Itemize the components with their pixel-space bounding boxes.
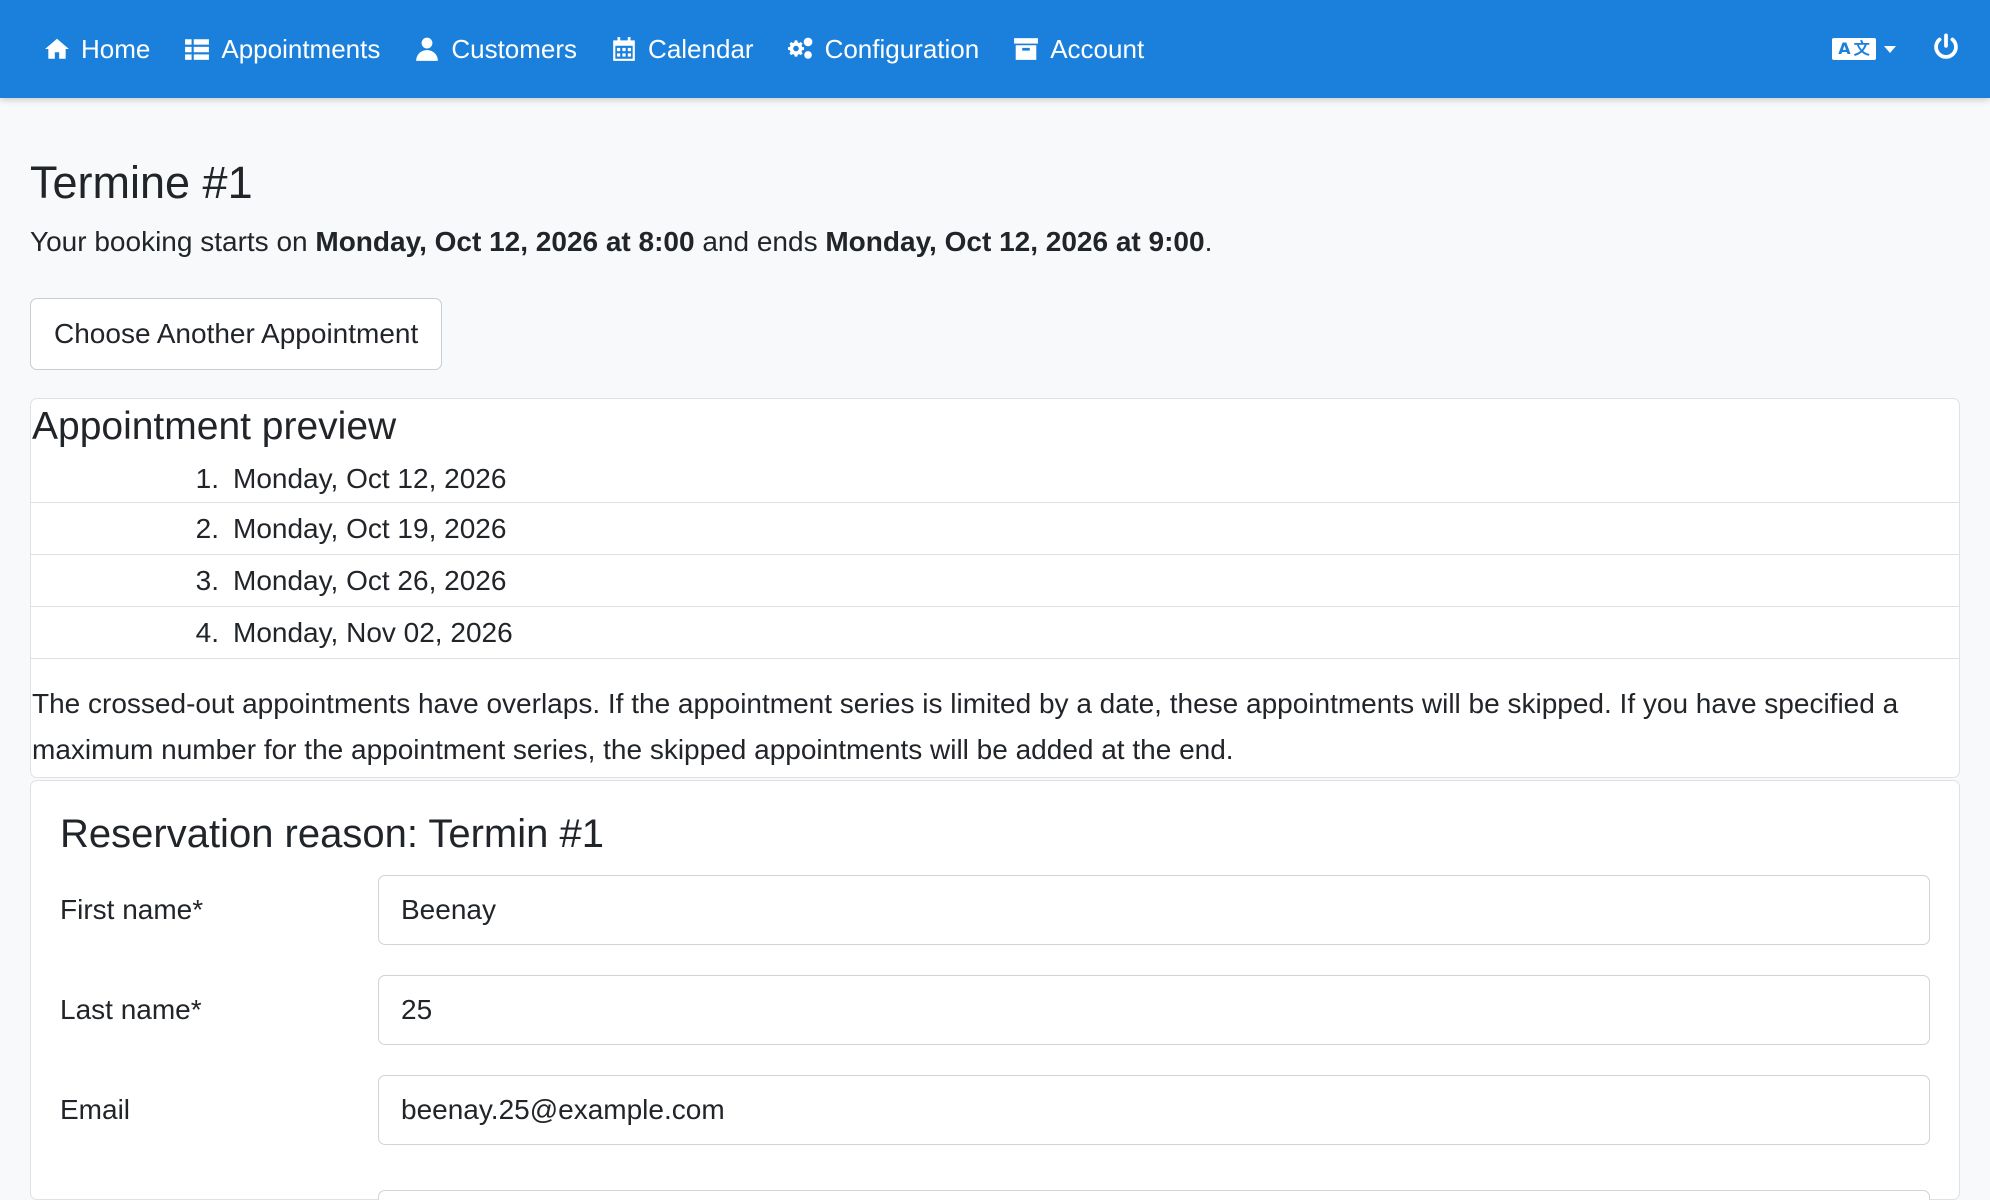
user-icon xyxy=(416,37,439,61)
summary-middle: and ends xyxy=(694,226,826,257)
gears-icon xyxy=(787,37,812,59)
item-date: Monday, Oct 26, 2026 xyxy=(233,564,507,596)
preview-list: 1. Monday, Oct 12, 2026 2. Monday, Oct 19,… xyxy=(31,455,1959,659)
list-item: 2. Monday, Oct 19, 2026 xyxy=(31,503,1959,555)
first-name-label: First name* xyxy=(60,894,204,925)
nav-account[interactable]: Account xyxy=(1013,34,1144,65)
language-icon: A文 xyxy=(1832,38,1876,60)
choose-another-appointment-button[interactable]: Choose Another Appointment xyxy=(30,298,443,370)
nav-account-label: Account xyxy=(1050,33,1145,64)
item-number: 2. xyxy=(195,512,219,544)
calendar-icon xyxy=(613,37,635,61)
page-title: Termine #1 xyxy=(30,157,253,208)
email-label: Email xyxy=(60,1094,131,1125)
overlap-note: The crossed-out appointments have overla… xyxy=(32,688,1899,765)
summary-suffix: . xyxy=(1204,226,1213,257)
last-name-row: Last name* xyxy=(60,975,1930,1045)
preview-title: Appointment preview xyxy=(32,405,397,448)
nav-configuration[interactable]: Configuration xyxy=(787,33,980,65)
nav-calendar[interactable]: Calendar xyxy=(611,34,754,65)
archive-icon xyxy=(1014,38,1039,60)
next-field-row xyxy=(60,1175,1930,1200)
booking-summary: Your booking starts on Monday, Oct 12, 2… xyxy=(30,224,1960,260)
next-field-input[interactable] xyxy=(378,1190,1930,1200)
last-name-label: Last name* xyxy=(60,994,202,1025)
first-name-input[interactable] xyxy=(378,875,1930,945)
nav-menu: Home Appointments Customers Calendar Con… xyxy=(44,0,1178,98)
power-icon xyxy=(1934,32,1958,59)
reservation-card: Reservation reason: Termin #1 First name… xyxy=(30,780,1960,1200)
item-date: Monday, Oct 19, 2026 xyxy=(233,512,507,544)
list-icon xyxy=(185,39,210,60)
summary-prefix: Your booking starts on xyxy=(30,226,316,257)
item-number: 1. xyxy=(195,462,219,494)
top-navbar: Home Appointments Customers Calendar Con… xyxy=(0,0,1990,98)
item-number: 4. xyxy=(195,616,219,648)
nav-right: A文 xyxy=(1832,32,1960,66)
nav-home-label: Home xyxy=(81,33,151,64)
nav-calendar-label: Calendar xyxy=(648,33,754,64)
item-date: Monday, Oct 12, 2026 xyxy=(233,462,507,494)
list-item: 1. Monday, Oct 12, 2026 xyxy=(31,455,1959,503)
nav-home[interactable]: Home xyxy=(44,34,150,65)
email-row: Email xyxy=(60,1075,1930,1145)
booking-start: Monday, Oct 12, 2026 at 8:00 xyxy=(315,226,695,257)
language-dropdown[interactable]: A文 xyxy=(1832,38,1896,60)
email-input[interactable] xyxy=(378,1075,1930,1145)
appointment-preview-card: Appointment preview 1. Monday, Oct 12, 20… xyxy=(30,398,1960,778)
booking-end: Monday, Oct 12, 2026 at 9:00 xyxy=(825,226,1205,257)
item-date: Monday, Nov 02, 2026 xyxy=(233,616,513,648)
last-name-input[interactable] xyxy=(378,975,1930,1045)
home-icon xyxy=(45,38,69,59)
nav-appointments[interactable]: Appointments xyxy=(184,34,380,65)
item-number: 3. xyxy=(195,564,219,596)
logout-button[interactable] xyxy=(1932,32,1960,66)
nav-configuration-label: Configuration xyxy=(824,33,980,64)
list-item: 4. Monday, Nov 02, 2026 xyxy=(31,607,1959,659)
nav-customers-label: Customers xyxy=(451,33,578,64)
list-item: 3. Monday, Oct 26, 2026 xyxy=(31,555,1959,607)
caret-down-icon xyxy=(1884,45,1896,53)
reservation-title: Reservation reason: Termin #1 xyxy=(60,812,604,856)
nav-customers[interactable]: Customers xyxy=(414,34,577,65)
first-name-row: First name* xyxy=(60,875,1930,945)
main-content: Termine #1 Your booking starts on Monday… xyxy=(0,156,1990,1200)
nav-appointments-label: Appointments xyxy=(221,33,381,64)
